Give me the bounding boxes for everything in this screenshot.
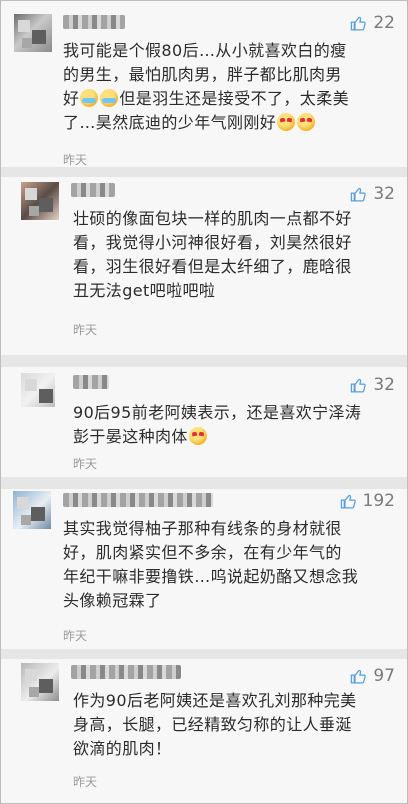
divider (1, 477, 407, 489)
username-blurred[interactable] (71, 665, 181, 679)
comment-line: 身高，长腿，已经精致匀称的让人垂涎 (73, 715, 352, 734)
comment-card: 192 其实我觉得柚子那种有线条的身材就很 好，肌肉紧实但不多余，在有少年气的 … (1, 489, 407, 649)
comment-text: 壮硕的像面包块一样的肌肉一点都不好 看，我觉得小河神很好看，刘昊然很好 看，羽生… (73, 207, 352, 303)
avatar[interactable] (14, 14, 52, 52)
heart-eyes-emoji-icon (277, 113, 296, 131)
like-count: 192 (362, 491, 395, 511)
comment-line: 看，我觉得小河神很好看，刘昊然很好 (73, 233, 352, 252)
thumbs-up-icon (351, 187, 367, 202)
username-blurred[interactable] (63, 493, 213, 507)
comment-text: 我可能是个假80后…从小就喜欢白的瘦 的男生，最怕肌肉男，胖子都比肌肉男 好但是… (63, 39, 349, 135)
comment-card: 32 壮硕的像面包块一样的肌肉一点都不好 看，我觉得小河神很好看，刘昊然很好 看… (1, 177, 407, 355)
divider (1, 355, 407, 367)
avatar[interactable] (21, 373, 55, 407)
like-count: 22 (373, 13, 395, 33)
comment-time: 昨天 (63, 153, 88, 167)
like-button[interactable]: 32 (350, 184, 395, 204)
comment-line: 彭于晏这种肉体 (73, 425, 361, 449)
comment-time: 昨天 (63, 629, 88, 643)
like-count: 97 (373, 666, 395, 686)
thumbs-up-icon (351, 16, 367, 31)
avatar[interactable] (21, 663, 59, 701)
like-count: 32 (373, 184, 395, 204)
laughing-crying-emoji-icon (100, 89, 119, 107)
thumbs-up-icon (340, 494, 356, 509)
comment-line: 欲滴的肌肉！ (73, 739, 172, 758)
thumbs-up-icon (351, 378, 367, 393)
heart-eyes-emoji-icon (297, 113, 316, 131)
comment-line: 我可能是个假80后…从小就喜欢白的瘦 (63, 41, 347, 60)
laughing-crying-emoji-icon (80, 89, 99, 107)
divider (1, 167, 407, 177)
divider (1, 649, 407, 659)
comment-line: 作为90后老阿姨还是喜欢孔刘那种完美 (73, 691, 357, 710)
heart-eyes-emoji-icon (188, 427, 207, 445)
comment-card: 22 我可能是个假80后…从小就喜欢白的瘦 的男生，最怕肌肉男，胖子都比肌肉男 … (1, 1, 407, 167)
comment-line: 年纪干嘛非要撸铁…呜说起奶酪又想念我 (63, 567, 359, 586)
comment-line: 看，羽生很好看但是太纤细了，鹿晗很 (73, 257, 352, 276)
comment-line: 90后95前老阿姨表示，还是喜欢宁泽涛 (73, 403, 362, 422)
comment-list: 22 我可能是个假80后…从小就喜欢白的瘦 的男生，最怕肌肉男，胖子都比肌肉男 … (0, 0, 408, 804)
username-blurred[interactable] (71, 183, 115, 197)
like-button[interactable]: 97 (350, 666, 395, 686)
like-button[interactable]: 22 (350, 13, 395, 33)
avatar[interactable] (13, 491, 51, 529)
username-blurred[interactable] (73, 375, 109, 389)
comment-card: 97 作为90后老阿姨还是喜欢孔刘那种完美 身高，长腿，已经精致匀称的让人垂涎 … (1, 659, 407, 803)
comment-line: 头像赖冠霖了 (63, 591, 162, 610)
comment-text: 90后95前老阿姨表示，还是喜欢宁泽涛 彭于晏这种肉体 (73, 401, 361, 449)
comment-time: 昨天 (73, 775, 98, 789)
avatar[interactable] (21, 182, 59, 220)
comment-text: 作为90后老阿姨还是喜欢孔刘那种完美 身高，长腿，已经精致匀称的让人垂涎 欲滴的… (73, 689, 357, 761)
comment-line: 壮硕的像面包块一样的肌肉一点都不好 (73, 209, 352, 228)
comment-line: 好但是羽生还是接受不了，太柔美 (63, 89, 350, 108)
like-button[interactable]: 192 (340, 491, 395, 511)
comment-text: 其实我觉得柚子那种有线条的身材就很 好，肌肉紧实但不多余，在有少年气的 年纪干嘛… (63, 517, 358, 613)
thumbs-up-icon (351, 669, 367, 684)
comment-time: 昨天 (73, 323, 98, 337)
comment-line: 了…昊然底迪的少年气刚刚好 (63, 111, 349, 135)
comment-line: 的男生，最怕肌肉男，胖子都比肌肉男 (63, 65, 342, 84)
comment-line: 好，肌肉紧实但不多余，在有少年气的 (63, 543, 342, 562)
like-button[interactable]: 32 (350, 375, 395, 395)
comment-card: 32 90后95前老阿姨表示，还是喜欢宁泽涛 彭于晏这种肉体 昨天 (1, 367, 407, 477)
like-count: 32 (373, 375, 395, 395)
username-blurred[interactable] (63, 15, 125, 29)
comment-time: 昨天 (73, 457, 98, 471)
comment-line: 其实我觉得柚子那种有线条的身材就很 (63, 519, 342, 538)
comment-line: 丑无法get吧啦吧啦 (73, 281, 216, 300)
